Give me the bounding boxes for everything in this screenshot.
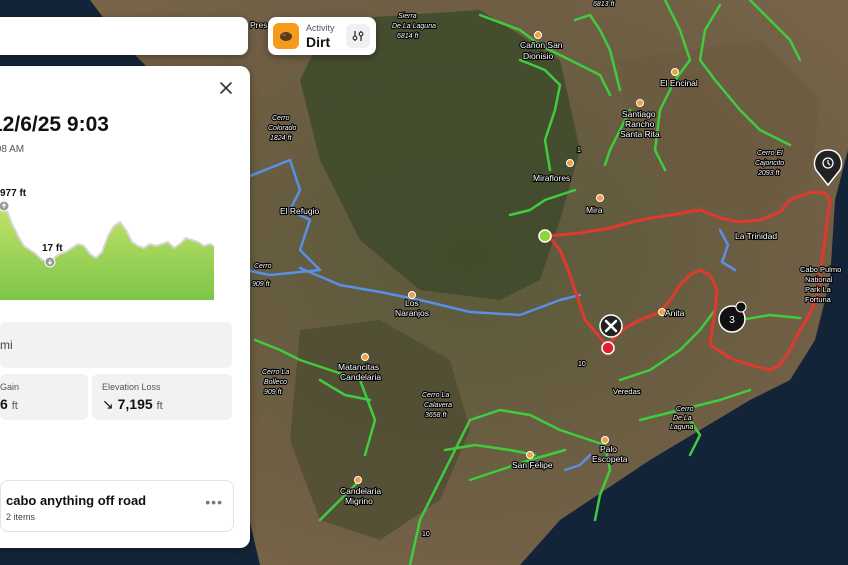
collection-card[interactable]: cabo anything off road 2 items ••• [0,480,234,532]
activity-label: Activity [306,22,335,33]
map-label-cerro-calavera-1: Cerro La [422,392,449,399]
map-label-anita: Anita [665,308,685,318]
map-label-cerro-cajoncito-2: Cajoncito [755,160,784,167]
route-start-marker[interactable] [538,229,552,243]
map-label-cerro-laguna-1: Cerro [676,406,694,413]
close-icon[interactable] [216,78,236,98]
elevation-gain-stat: Gain 6 ft [0,374,88,420]
map-label-escopeta: Escopeta [592,454,628,464]
map-label-matancitas: Matancitas [338,362,379,372]
map-label-mira: Mira [586,205,603,215]
map-label-miraflores: Miraflores [533,173,570,183]
map-label-cerro-colorado-2: Colorado [268,125,297,132]
map-label-cerro-cajoncito-1: Cerro El [757,150,783,157]
map-label-migrino: Migrino [345,496,373,506]
map-label-cerro-colorado-1: Cerro [272,115,290,122]
road-shield-10-south: 10 [422,531,430,538]
map-label-veredas: Veredas [613,387,641,396]
map-label-cerro-bolleco-2: Bolleco [264,379,287,386]
max-elevation-label: 977 ft [0,188,27,199]
activity-selector[interactable]: Activity Dirt [268,17,376,55]
map-label-sierra-3: 6814 ft [397,33,419,40]
distance-stat: mi [0,322,232,368]
map-label-sierra: Sierra [398,13,417,20]
route-time-subtitle: :08 AM [0,144,25,155]
map-label-cerro-cajoncito-3: 2093 ft [757,170,780,177]
elevation-loss-value: 7,195 [117,396,153,412]
distance-value: mi [0,338,13,352]
map-label-matancitas-2: Candelaria [340,372,381,382]
map-label-el-encinal: El Encinal [660,78,698,88]
filter-icon[interactable] [346,24,370,48]
elevation-loss-unit: ft [156,400,163,412]
map-label-cerro-bolleco-3: 909 ft [264,389,283,396]
map-label-cerro-calavera-2: Calavera [424,402,452,409]
map-label-canon-1: Cañon San [520,40,563,50]
map-label-cabo-pulmo-2: National [805,275,833,284]
route-end-marker[interactable] [601,341,615,355]
activity-value: Dirt [306,33,331,50]
map-label-cerro-left-1: Cerro [254,263,272,270]
map-label-sierra-2: De La Laguna [392,23,436,30]
collection-title: cabo anything off road [6,493,147,508]
road-shield-10: 10 [578,361,586,368]
collection-item-count: 2 items [6,512,36,522]
map-label-cerro-left-2: 909 ft [252,281,271,288]
map-label-naranjos: Naranjos [395,308,429,318]
map-label-cabo-pulmo-1: Cabo Pulmo [800,265,841,274]
map-label-candelaria: Candelaria [340,486,381,496]
map-label-el-refugio: El Refugio [280,206,319,216]
elevation-loss-label: Elevation Loss [102,382,161,392]
close-waypoint-marker[interactable] [599,314,623,338]
map-label-peak-top: 6813 ft [593,1,615,8]
map-label-cerro-laguna-2: De La [673,415,692,422]
map-label-los: Los [405,298,419,308]
elevation-loss-stat: Elevation Loss ↘ 7,195 ft [92,374,232,420]
map-label-san-felipe: San Felipe [512,460,553,470]
map-label-palo: Palo [600,444,617,454]
waypoint-3-number: 3 [729,315,735,326]
arrow-down-right-icon: ↘ [102,396,114,412]
map-label-cerro-laguna-3: Laguna [670,424,693,431]
map-label-santiago: Santiago [622,109,656,119]
search-bar[interactable] [0,17,248,55]
min-elevation-label: 17 ft [42,243,63,254]
route-date-title: 12/6/25 9:03 [0,113,109,136]
more-options-icon[interactable]: ••• [205,494,223,510]
map-label-cabo-pulmo-4: Fortuna [805,295,832,304]
map-label-rancho: Rancho [625,119,655,129]
map-label-la-trinidad: La Trinidad [735,231,777,241]
map-label-santa-rita: Santa Rita [620,129,660,139]
elevation-profile-chart[interactable]: 977 ft 17 ft [0,174,214,302]
map-label-cerro-colorado-3: 1824 ft [270,135,292,142]
road-shield-1: 1 [577,147,581,154]
elevation-gain-label: Gain [0,382,20,392]
elevation-gain-value: 6 [0,396,8,412]
route-details-panel: 12/6/25 9:03 :08 AM 977 ft 17 ft mi Gain… [0,66,250,548]
map-label-cabo-pulmo-3: Park La [805,285,832,294]
dirt-activity-icon [273,23,299,49]
map-label-cerro-calavera-3: 3658 ft [425,412,447,419]
map-label-canon-2: Dionisio [523,51,554,61]
elevation-gain-unit: ft [11,400,18,412]
map-label-cerro-bolleco-1: Cerro La [262,369,289,376]
